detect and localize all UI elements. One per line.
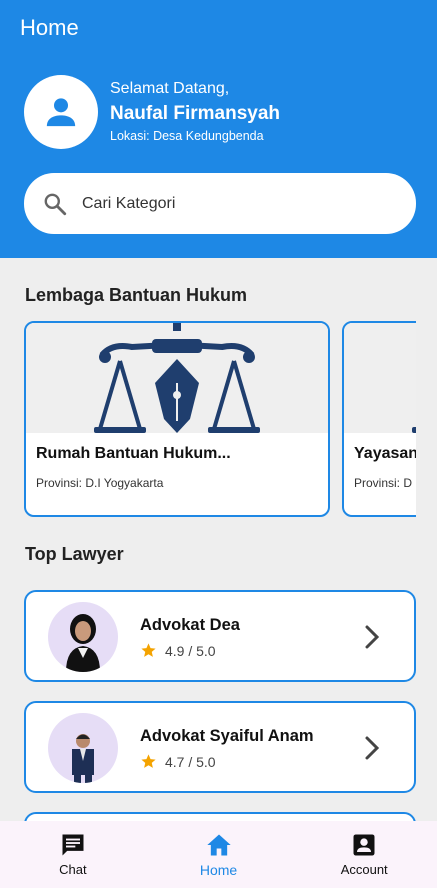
lawyer-rating: 4.7 / 5.0 bbox=[140, 753, 216, 770]
nav-item-account[interactable]: Account bbox=[291, 821, 437, 888]
legal-aid-card-name: Rumah Bantuan Hukum... bbox=[36, 445, 231, 462]
account-box-icon bbox=[353, 834, 375, 856]
lawyer-card[interactable]: Advokat Dea 4.9 / 5.0 bbox=[24, 590, 416, 682]
search-bar[interactable] bbox=[24, 173, 416, 234]
scales-of-justice-logo bbox=[344, 323, 416, 433]
legal-aid-card-province: Provinsi: D bbox=[354, 476, 413, 490]
nav-item-home[interactable]: Home bbox=[146, 821, 292, 888]
lawyer-rating-value: 4.7 / 5.0 bbox=[165, 753, 216, 770]
legal-aid-carousel[interactable]: Rumah Bantuan Hukum... Provinsi: D.I Yog… bbox=[24, 321, 416, 518]
legal-aid-card[interactable]: Rumah Bantuan Hukum... Provinsi: D.I Yog… bbox=[24, 321, 330, 517]
bottom-navigation: Chat Home Account bbox=[0, 821, 437, 888]
chevron-right-icon[interactable] bbox=[364, 624, 380, 655]
top-lawyer-section-title: Top Lawyer bbox=[25, 544, 124, 564]
nav-label: Account bbox=[340, 862, 388, 877]
lawyer-name: Advokat Syaiful Anam bbox=[140, 727, 314, 745]
search-input[interactable] bbox=[82, 194, 382, 213]
lawyer-rating: 4.9 / 5.0 bbox=[140, 642, 216, 659]
lawyer-rating-value: 4.9 / 5.0 bbox=[165, 642, 216, 659]
star-icon bbox=[140, 753, 157, 770]
lawyer-avatar bbox=[48, 713, 118, 783]
legal-aid-card-province: Provinsi: D.I Yogyakarta bbox=[36, 476, 164, 490]
legal-aid-section-title: Lembaga Bantuan Hukum bbox=[25, 285, 248, 305]
lawyer-avatar bbox=[48, 602, 118, 672]
location-text: Lokasi: Desa Kedungbenda bbox=[110, 129, 264, 143]
lawyer-card[interactable]: Advokat Syaiful Anam 4.7 / 5.0 bbox=[24, 701, 416, 793]
scales-of-justice-logo bbox=[26, 323, 328, 433]
lawyer-name: Advokat Dea bbox=[140, 616, 240, 634]
person-icon bbox=[46, 98, 76, 127]
nav-item-chat[interactable]: Chat bbox=[0, 821, 146, 888]
search-icon bbox=[42, 191, 68, 217]
user-name: Naufal Firmansyah bbox=[110, 103, 280, 124]
star-icon bbox=[140, 642, 157, 659]
header: Home Selamat Datang, Naufal Firmansyah L… bbox=[0, 0, 437, 258]
page-title: Home bbox=[20, 15, 79, 40]
legal-aid-card[interactable]: Yayasan Provinsi: D bbox=[342, 321, 416, 517]
welcome-text: Selamat Datang, bbox=[110, 80, 230, 97]
chat-icon bbox=[62, 834, 84, 856]
nav-label: Home bbox=[199, 862, 238, 878]
nav-label: Chat bbox=[59, 862, 87, 877]
avatar[interactable] bbox=[24, 75, 98, 149]
home-icon bbox=[206, 834, 231, 856]
legal-aid-card-name: Yayasan bbox=[354, 445, 416, 462]
chevron-right-icon[interactable] bbox=[364, 735, 380, 766]
